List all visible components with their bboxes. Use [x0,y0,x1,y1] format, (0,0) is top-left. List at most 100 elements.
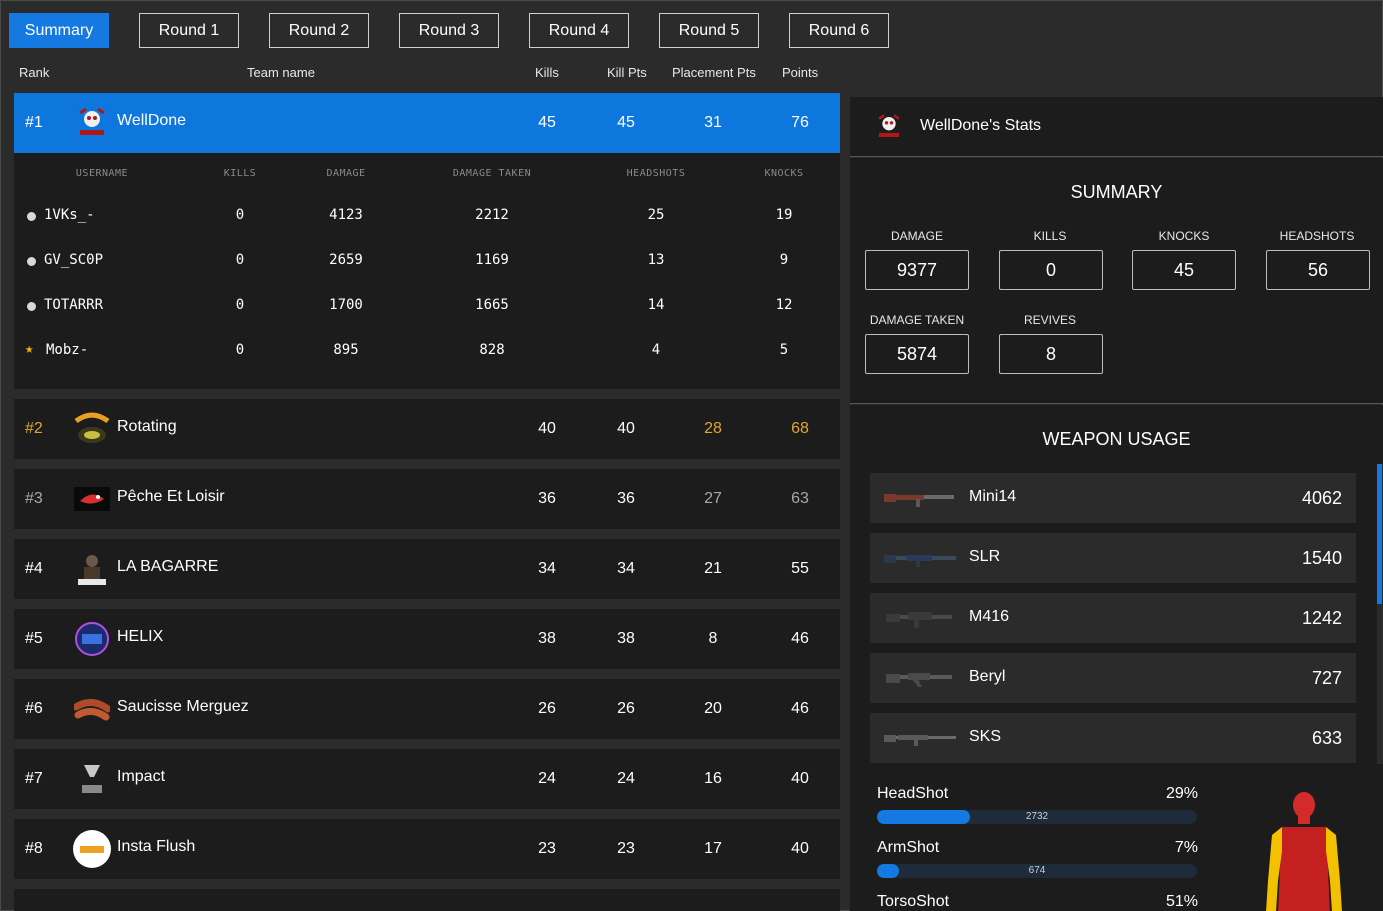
player-knocks: 12 [775,297,793,313]
weapon-damage: 633 [1311,728,1342,748]
tab-round-1[interactable]: Round 1 [139,13,239,48]
team-kill-pts: 23 [617,840,635,857]
team-points: 76 [791,114,809,131]
team-placement-pts: 27 [704,490,722,507]
weapon-row: Beryl 727 [870,653,1356,703]
team-row-9[interactable] [14,889,840,911]
weapon-damage: 727 [1311,668,1342,688]
team-kills: 40 [538,420,556,437]
skull-logo-icon [878,114,900,137]
weapon-name: Mini14 [969,488,1017,505]
rotating-logo-icon [74,412,110,443]
team-points: 40 [791,770,809,787]
stat-label-revives: REVIVES [1023,313,1077,327]
weapon-name: Beryl [969,668,1006,685]
team-kill-pts: 40 [617,420,635,437]
team-name: HELIX [117,628,164,645]
sausage-logo-icon [74,699,110,721]
player-kills: 0 [235,252,245,268]
team-placement-pts: 8 [708,630,718,647]
rifle-icon [884,735,956,746]
weapon-damage: 1540 [1301,548,1342,568]
team-placement-pts: 21 [704,560,722,577]
team-kill-pts: 38 [617,630,635,647]
tab-summary[interactable]: Summary [9,13,109,48]
hit-bar-head: 2732 [877,810,1197,824]
tab-round-6[interactable]: Round 6 [789,13,889,48]
player-damage: 1700 [329,297,363,313]
player-name: TOTARRR [44,297,104,313]
weapon-damage: 4062 [1301,488,1342,508]
player-kills: 0 [235,297,245,313]
team-row-6[interactable]: #6 Saucisse Merguez 26 26 20 46 [14,679,840,739]
hit-label-arm: ArmShot [877,839,940,856]
player-name: 1VKs_- [44,207,95,223]
assault-rifle-icon [886,673,952,687]
tab-round-4[interactable]: Round 4 [529,13,629,48]
tab-round-2[interactable]: Round 2 [269,13,369,48]
player-name: Mobz- [46,342,89,358]
player-damage-taken: 2212 [475,207,509,223]
tab-round-5[interactable]: Round 5 [659,13,759,48]
bagarre-logo-icon [78,555,106,585]
weapon-name: SKS [969,728,1002,745]
team-row-8[interactable]: #8 Insta Flush 23 23 17 40 [14,819,840,879]
player-header-headshots: HEADSHOTS [626,168,686,179]
team-rank: #5 [25,630,43,647]
weapon-row: SLR 1540 [870,533,1356,583]
team-name: WellDone [117,112,187,129]
player-row: GV_SC0P 0 2659 1169 13 9 [14,252,840,272]
stat-label-damage: DAMAGE [890,229,943,243]
hit-bar-value: 2732 [1025,811,1049,822]
weapon-usage-title: WEAPON USAGE [1042,429,1191,449]
team-placement-pts: 31 [704,114,722,131]
team-rank: #8 [25,840,43,857]
team-name: Pêche Et Loisir [117,488,225,505]
team-points: 40 [791,840,809,857]
team-name: Rotating [117,418,177,435]
team-rank: #4 [25,560,43,577]
team-row-5[interactable]: #5 HELIX 38 38 8 46 [14,609,840,669]
player-status-dot-icon [27,257,36,266]
player-header-knocks: KNOCKS [764,168,804,179]
team-placement-pts: 16 [704,770,722,787]
stat-value-knocks: 45 [1132,250,1236,290]
hit-bar-arm: 674 [877,864,1197,878]
team-kills: 45 [538,114,556,131]
player-damage-taken: 828 [479,342,505,358]
weapon-row: SKS 633 [870,713,1356,763]
player-header-kills: KILLS [223,168,257,179]
player-knocks: 19 [775,207,793,223]
team-row-4[interactable]: #4 LA BAGARRE 34 34 21 55 [14,539,840,599]
team-row-7[interactable]: #7 Impact 24 24 16 40 [14,749,840,809]
summary-section: SUMMARY DAMAGE 9377 KILLS 0 KNOCKS 45 HE… [850,158,1383,404]
weapon-row: Mini14 4062 [870,473,1356,523]
team-kills: 34 [538,560,556,577]
flush-logo-icon [73,830,111,868]
player-damage: 2659 [329,252,363,268]
team-row-2[interactable]: #2 Rotating 40 40 28 68 [14,399,840,459]
team-kills: 23 [538,840,556,857]
team-rank: #7 [25,770,43,787]
player-stats-table: USERNAME KILLS DAMAGE DAMAGE TAKEN HEADS… [14,153,840,389]
stat-label-damage-taken: DAMAGE TAKEN [869,313,965,327]
body-hit-map-icon [1266,792,1342,911]
helix-logo-icon [75,622,109,656]
team-row-3[interactable]: #3 Pêche Et Loisir 36 36 27 63 [14,469,840,529]
team-kills: 24 [538,770,556,787]
column-header-rank: Rank [19,65,50,80]
star-icon: ★ [25,341,34,357]
team-name: Insta Flush [117,838,196,855]
player-kills: 0 [235,342,245,358]
player-header-damage-taken: DAMAGE TAKEN [452,168,532,179]
player-headshots: 4 [651,342,661,358]
player-knocks: 5 [779,342,789,358]
team-rank: #6 [25,700,43,717]
player-kills: 0 [235,207,245,223]
team-row-1[interactable]: #1 WellDone 45 45 31 76 [14,93,840,153]
weapon-name: SLR [969,548,1001,565]
rifle-icon [884,555,956,567]
tab-round-3[interactable]: Round 3 [399,13,499,48]
weapon-list-scroll-thumb[interactable] [1377,464,1382,604]
hit-bar-value: 674 [1028,865,1046,876]
